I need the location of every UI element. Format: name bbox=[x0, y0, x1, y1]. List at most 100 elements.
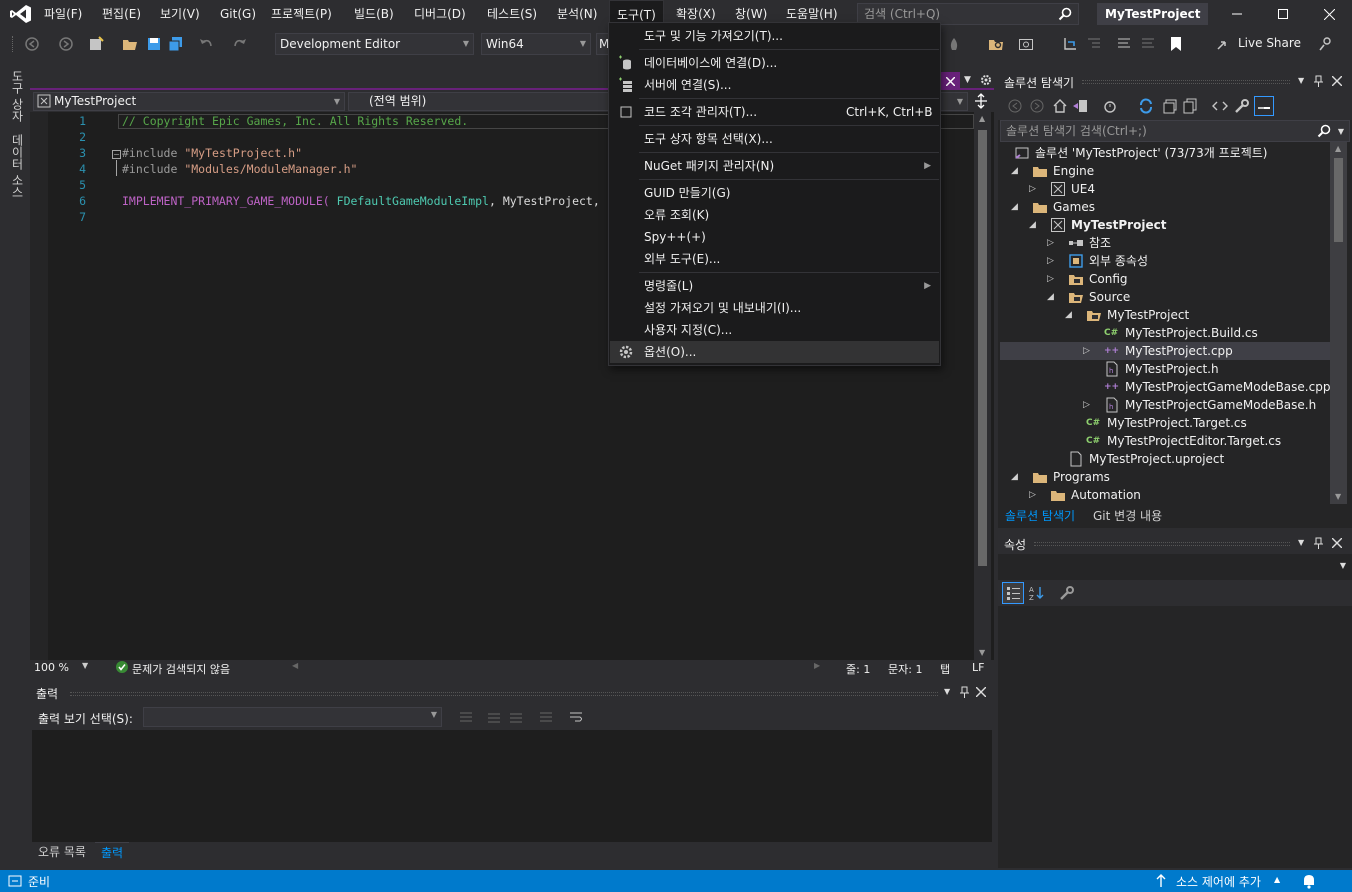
collapse-all-icon[interactable] bbox=[1162, 98, 1178, 114]
find-message-icon[interactable] bbox=[458, 710, 474, 724]
solution-configuration-select[interactable]: Development Editor ▼ bbox=[275, 33, 474, 55]
collapsed-arrow-icon[interactable]: ▷ bbox=[1029, 486, 1039, 504]
tree-node-programs-folder[interactable]: ◢ Programs bbox=[1000, 468, 1330, 486]
tree-node-external-dependencies[interactable]: ▷ 외부 종속성 bbox=[1000, 252, 1330, 270]
menu-item-command-line[interactable]: 명령줄(L) ▶ bbox=[610, 275, 939, 297]
scroll-up-icon[interactable]: ▲ bbox=[979, 114, 985, 123]
tree-node-solution[interactable]: 솔루션 'MyTestProject' (73/73개 프로젝트) bbox=[1000, 144, 1330, 162]
solution-search-input[interactable]: 솔루션 탐색기 검색(Ctrl+;) ▼ bbox=[1000, 120, 1350, 142]
switch-views-icon[interactable] bbox=[1072, 98, 1088, 114]
panel-grip[interactable] bbox=[70, 692, 938, 696]
tree-node-file[interactable]: h MyTestProject.h bbox=[1000, 360, 1330, 378]
properties-object-select[interactable]: ▼ bbox=[1000, 556, 1350, 578]
close-icon[interactable] bbox=[1332, 538, 1342, 548]
editor-scroll-thumb[interactable] bbox=[978, 130, 987, 566]
save-all-icon[interactable] bbox=[168, 36, 184, 52]
menu-item-create-guid[interactable]: GUID 만들기(G) bbox=[610, 182, 939, 204]
zoom-level[interactable]: 100 % bbox=[34, 661, 69, 674]
collapse-region-icon[interactable]: − bbox=[112, 150, 121, 159]
close-window-button[interactable] bbox=[1306, 0, 1352, 28]
eol-indicator[interactable]: LF bbox=[972, 661, 984, 674]
pin-icon[interactable] bbox=[1314, 537, 1324, 549]
menu-item-choose-toolbox-items[interactable]: 도구 상자 항목 선택(X)... bbox=[610, 128, 939, 150]
forward-icon[interactable] bbox=[58, 36, 74, 52]
expanded-arrow-icon[interactable]: ◢ bbox=[1011, 198, 1021, 216]
menu-item-customize[interactable]: 사용자 지정(C)... bbox=[610, 319, 939, 341]
back-icon[interactable] bbox=[24, 36, 40, 52]
maximize-button[interactable] bbox=[1260, 0, 1306, 28]
tree-node-ue4-project[interactable]: ▷ UE4 bbox=[1000, 180, 1330, 198]
back-icon[interactable] bbox=[1008, 99, 1022, 113]
menu-debug[interactable]: 디버그(D) bbox=[407, 0, 473, 28]
menu-item-import-export-settings[interactable]: 설정 가져오기 및 내보내기(I)... bbox=[610, 297, 939, 319]
menu-git[interactable]: Git(G) bbox=[213, 0, 263, 28]
tree-node-references[interactable]: ▷ 참조 bbox=[1000, 234, 1330, 252]
close-icon[interactable] bbox=[976, 687, 986, 697]
menu-item-error-lookup[interactable]: 오류 조회(K) bbox=[610, 204, 939, 226]
comment-lines-icon[interactable] bbox=[1116, 36, 1132, 52]
collapsed-arrow-icon[interactable]: ▷ bbox=[1029, 180, 1039, 198]
menu-edit[interactable]: 편집(E) bbox=[95, 0, 148, 28]
scroll-down-icon[interactable]: ▼ bbox=[1335, 492, 1341, 501]
collapsed-arrow-icon[interactable]: ▷ bbox=[1047, 270, 1057, 288]
tree-node-file-selected[interactable]: ▷ ++ MyTestProject.cpp bbox=[1000, 342, 1330, 360]
sync-icon[interactable] bbox=[1138, 98, 1154, 114]
tab-list-dropdown[interactable]: ▼ bbox=[964, 75, 971, 85]
menu-item-connect-server[interactable]: 서버에 연결(S)... bbox=[610, 74, 939, 96]
forward-icon[interactable] bbox=[1030, 99, 1044, 113]
tree-node-config-folder[interactable]: ▷ Config bbox=[1000, 270, 1330, 288]
expanded-arrow-icon[interactable]: ◢ bbox=[1047, 288, 1057, 306]
tab-error-list[interactable]: 오류 목록 bbox=[32, 842, 92, 864]
panel-grip[interactable] bbox=[1082, 80, 1290, 84]
tab-solution-explorer[interactable]: 솔루션 탐색기 bbox=[1000, 505, 1081, 527]
tree-node-file[interactable]: C# MyTestProject.Build.cs bbox=[1000, 324, 1330, 342]
prev-message-icon[interactable] bbox=[486, 710, 502, 724]
clear-all-icon[interactable] bbox=[538, 710, 554, 724]
menu-project[interactable]: 프로젝트(P) bbox=[264, 0, 339, 28]
tree-node-automation-folder[interactable]: ▷ Automation bbox=[1000, 486, 1330, 504]
indent-icon[interactable] bbox=[1086, 36, 1102, 52]
menu-build[interactable]: 빌드(B) bbox=[347, 0, 401, 28]
tree-node-file[interactable]: ▷ h MyTestProjectGameModeBase.h bbox=[1000, 396, 1330, 414]
add-to-source-control-button[interactable]: 소스 제어에 추가 bbox=[1176, 873, 1261, 890]
show-all-files-icon[interactable] bbox=[1182, 98, 1198, 114]
tab-output[interactable]: 출력 bbox=[95, 842, 130, 864]
expanded-arrow-icon[interactable]: ◢ bbox=[1011, 162, 1021, 180]
chevron-down-icon[interactable]: ▼ bbox=[1298, 76, 1304, 85]
undo-icon[interactable] bbox=[198, 36, 214, 52]
data-sources-tab[interactable]: 데이터 소스 bbox=[9, 134, 26, 198]
line-indicator[interactable]: 줄: 1 bbox=[846, 661, 870, 677]
categorized-icon[interactable] bbox=[1002, 582, 1024, 604]
collapsed-arrow-icon[interactable]: ▷ bbox=[1047, 234, 1057, 252]
minimize-button[interactable] bbox=[1214, 0, 1260, 28]
menu-item-get-tools[interactable]: 도구 및 기능 가져오기(T)... bbox=[610, 25, 939, 47]
tree-node-startup-project[interactable]: ◢ MyTestProject bbox=[1000, 216, 1330, 234]
collapsed-arrow-icon[interactable]: ▷ bbox=[1083, 342, 1093, 360]
tree-node-file[interactable]: MyTestProject.uproject bbox=[1000, 450, 1330, 468]
chevron-down-icon[interactable]: ▼ bbox=[82, 661, 88, 670]
scroll-left-icon[interactable]: ◀ bbox=[292, 661, 298, 670]
expanded-arrow-icon[interactable]: ◢ bbox=[1065, 306, 1075, 324]
menu-test[interactable]: 테스트(S) bbox=[480, 0, 544, 28]
save-icon[interactable] bbox=[146, 36, 162, 52]
menu-item-nuget-package-manager[interactable]: NuGet 패키지 관리자(N) ▶ bbox=[610, 155, 939, 177]
solution-platform-select[interactable]: Win64 ▼ bbox=[481, 33, 591, 55]
solution-tree-scroll-thumb[interactable] bbox=[1334, 158, 1343, 242]
collapsed-arrow-icon[interactable]: ▷ bbox=[1047, 252, 1057, 270]
tree-node-source-folder[interactable]: ◢ Source bbox=[1000, 288, 1330, 306]
toolbar-grip[interactable] bbox=[12, 36, 15, 52]
view-code-icon[interactable] bbox=[1212, 98, 1228, 114]
new-project-icon[interactable] bbox=[88, 36, 104, 52]
toolbox-tab[interactable]: 도구 상자 bbox=[9, 70, 26, 122]
split-window-icon[interactable] bbox=[974, 93, 988, 109]
redo-icon[interactable] bbox=[232, 36, 248, 52]
next-message-icon[interactable] bbox=[508, 710, 524, 724]
tree-node-games-folder[interactable]: ◢ Games bbox=[1000, 198, 1330, 216]
char-indicator[interactable]: 문자: 1 bbox=[888, 661, 922, 677]
menu-analyze[interactable]: 분석(N) bbox=[550, 0, 604, 28]
step-icon[interactable] bbox=[1062, 36, 1078, 52]
menu-file[interactable]: 파일(F) bbox=[37, 0, 89, 28]
alphabetical-icon[interactable]: AZ bbox=[1028, 584, 1046, 602]
output-content[interactable] bbox=[32, 730, 992, 842]
folder-search-icon[interactable] bbox=[988, 36, 1004, 52]
